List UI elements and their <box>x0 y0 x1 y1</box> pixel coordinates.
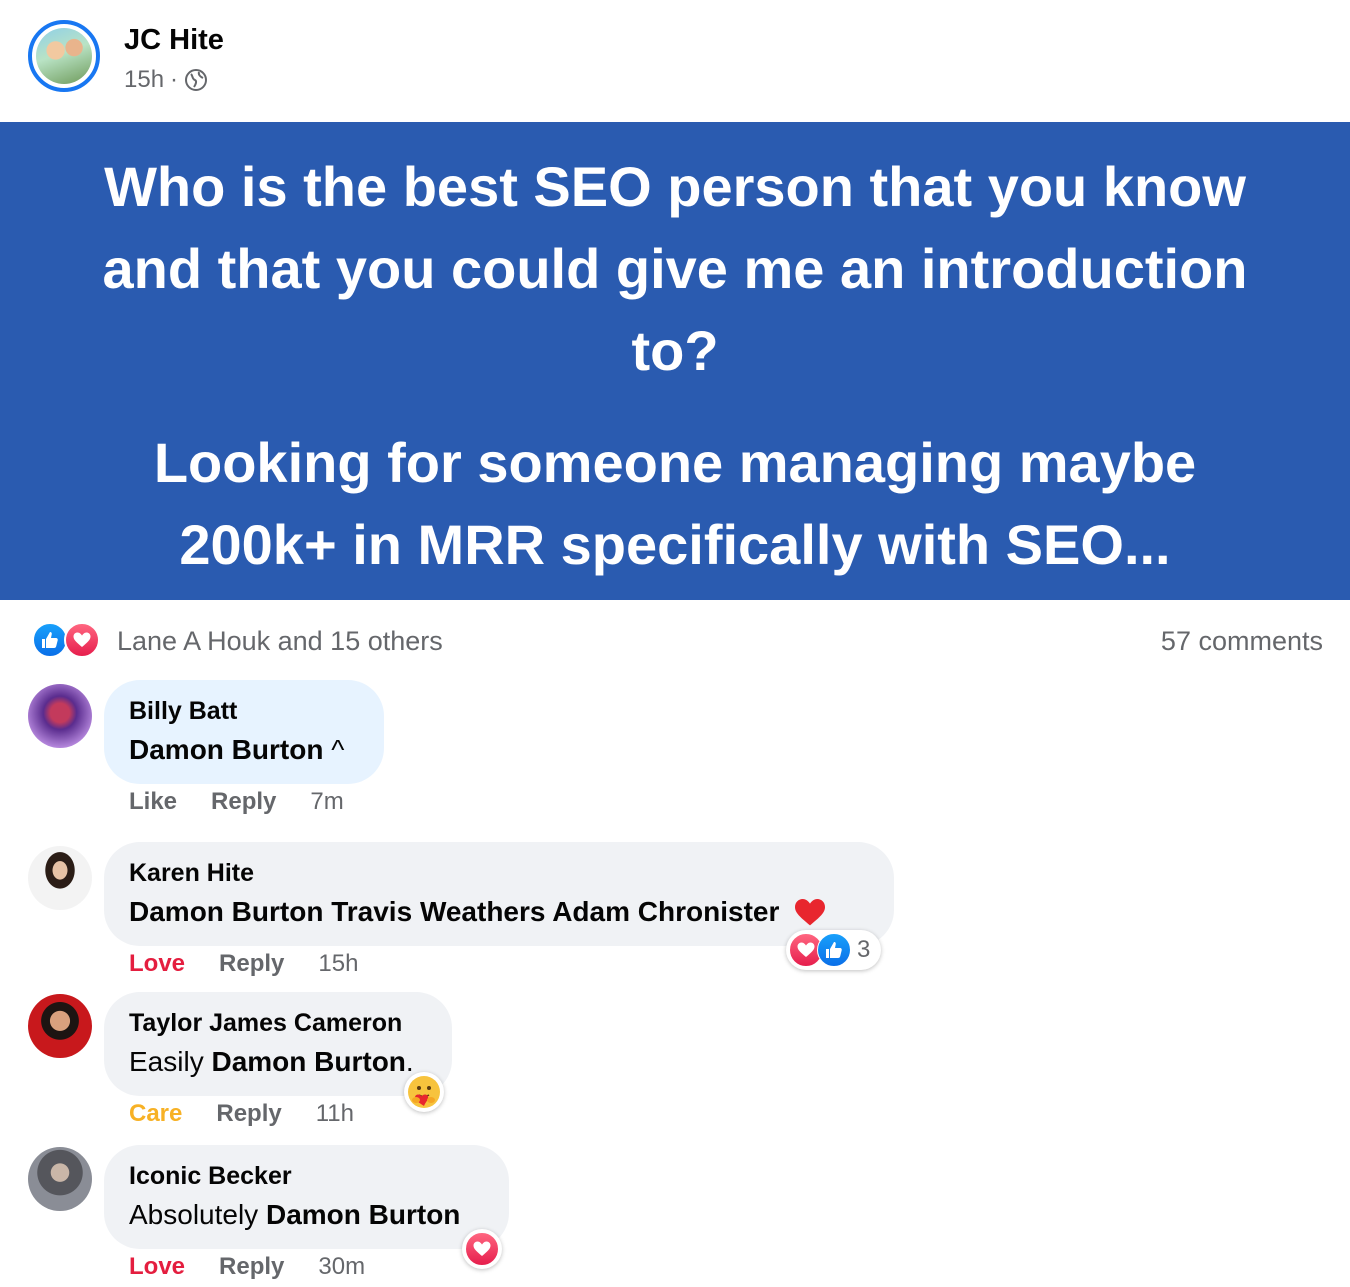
comment-text-prefix: Absolutely <box>129 1199 266 1230</box>
banner-line: 200k+ in MRR specifically with SEO... <box>179 513 1171 576</box>
author-name[interactable]: JC Hite <box>124 24 224 57</box>
post-header: JC Hite 15h · <box>0 0 1350 122</box>
banner-detail: Looking for someone managing maybe 200k+… <box>0 422 1350 586</box>
comment-reaction-badge[interactable]: 3 <box>786 930 882 970</box>
banner-line: Who is the best SEO person that you know <box>104 155 1246 218</box>
comment-text-suffix: ^ <box>323 734 345 765</box>
mention-link[interactable]: Damon Burton Travis Weathers Adam Chroni… <box>129 896 779 927</box>
meta-separator: · <box>170 66 179 93</box>
comment-text-suffix: . <box>405 1046 414 1077</box>
reaction-summary: Lane A Houk and 15 others 57 comments <box>0 614 1350 670</box>
like-icon <box>817 933 851 967</box>
comment-bubble: Billy Batt Damon Burton ^ <box>104 680 384 784</box>
commenter-avatar[interactable] <box>28 994 92 1058</box>
love-action[interactable]: Love <box>129 950 185 978</box>
love-action[interactable]: Love <box>129 1253 185 1281</box>
comment-time[interactable]: 30m <box>318 1253 365 1281</box>
comments-count[interactable]: 57 comments <box>1161 626 1323 657</box>
comment-text: Easily Damon Burton. <box>129 1042 426 1082</box>
commenter-avatar[interactable] <box>28 1147 92 1211</box>
author-avatar[interactable] <box>28 20 100 92</box>
comment-text: Damon Burton Travis Weathers Adam Chroni… <box>129 892 868 932</box>
banner-question: Who is the best SEO person that you know… <box>0 146 1350 392</box>
comment-item: Taylor James Cameron Easily Damon Burton… <box>0 992 1350 1142</box>
commenter-avatar[interactable] <box>28 684 92 748</box>
summary-reaction-icons[interactable] <box>32 622 100 658</box>
comment-reaction-badge[interactable] <box>462 1229 502 1269</box>
comment-time[interactable]: 7m <box>310 788 343 816</box>
post-time[interactable]: 15h <box>124 66 164 94</box>
globe-icon <box>185 69 208 91</box>
comment-item: Billy Batt Damon Burton ^ Like Reply 7m <box>0 680 1350 830</box>
comment-bubble: Taylor James Cameron Easily Damon Burton… <box>104 992 452 1096</box>
reply-action[interactable]: Reply <box>219 1253 284 1281</box>
comment-actions: Love Reply 15h <box>129 950 358 978</box>
banner-line: Looking for someone managing maybe <box>153 431 1197 494</box>
reactors-text[interactable]: Lane A Houk and 15 others <box>117 626 443 657</box>
comment-text: Absolutely Damon Burton <box>129 1195 483 1235</box>
comment-text: Damon Burton ^ <box>129 730 358 770</box>
comment-actions: Care Reply 11h <box>129 1100 354 1128</box>
commenter-name[interactable]: Billy Batt <box>129 696 358 726</box>
comment-bubble: Karen Hite Damon Burton Travis Weathers … <box>104 842 894 946</box>
banner-line: and that you could give me an introducti… <box>102 237 1248 300</box>
mention-link[interactable]: Damon Burton <box>211 1046 405 1077</box>
like-icon <box>32 622 68 658</box>
banner-line: to? <box>631 319 719 382</box>
heart-emoji-icon <box>795 899 826 926</box>
comment-item: Karen Hite Damon Burton Travis Weathers … <box>0 842 1350 992</box>
reaction-count: 3 <box>857 936 871 963</box>
comment-text-prefix: Easily <box>129 1046 212 1077</box>
care-emoji-icon <box>408 1076 440 1108</box>
comment-reaction-badge[interactable] <box>404 1072 444 1112</box>
like-action[interactable]: Like <box>129 788 177 816</box>
comment-time[interactable]: 11h <box>316 1100 354 1128</box>
comment-time[interactable]: 15h <box>318 950 358 978</box>
mention-link[interactable]: Damon Burton <box>266 1199 460 1230</box>
commenter-avatar[interactable] <box>28 846 92 910</box>
reply-action[interactable]: Reply <box>211 788 276 816</box>
mention-link[interactable]: Damon Burton <box>129 734 323 765</box>
comment-actions: Love Reply 30m <box>129 1253 365 1281</box>
comment-actions: Like Reply 7m <box>129 788 344 816</box>
reply-action[interactable]: Reply <box>216 1100 281 1128</box>
comment-bubble: Iconic Becker Absolutely Damon Burton <box>104 1145 509 1249</box>
love-icon <box>64 622 100 658</box>
reply-action[interactable]: Reply <box>219 950 284 978</box>
post-banner: Who is the best SEO person that you know… <box>0 122 1350 600</box>
care-action[interactable]: Care <box>129 1100 182 1128</box>
love-icon <box>465 1232 499 1266</box>
commenter-name[interactable]: Iconic Becker <box>129 1161 483 1191</box>
comment-item: Iconic Becker Absolutely Damon Burton Lo… <box>0 1145 1350 1287</box>
commenter-name[interactable]: Taylor James Cameron <box>129 1008 426 1038</box>
post-meta: 15h · <box>124 66 208 94</box>
commenter-name[interactable]: Karen Hite <box>129 858 868 888</box>
